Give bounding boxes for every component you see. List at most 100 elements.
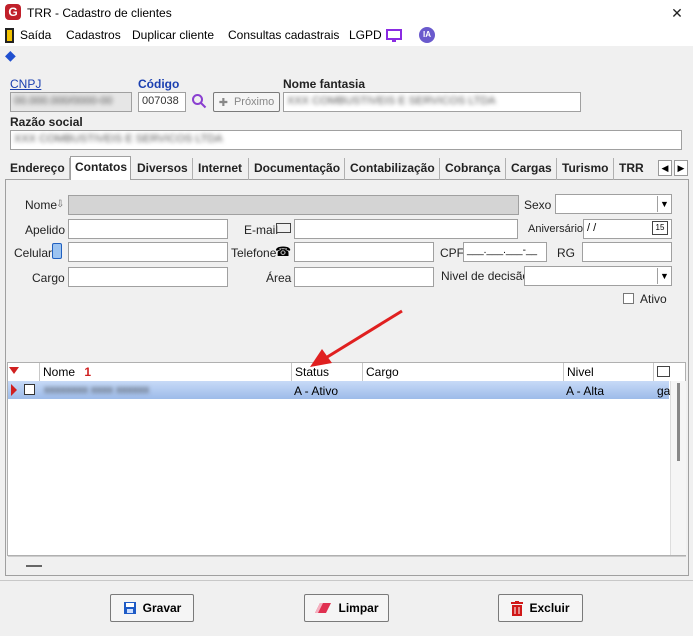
apelido-field[interactable] — [68, 219, 228, 239]
sort-icon: 1 — [84, 365, 92, 379]
codigo-field[interactable]: 007038 — [138, 92, 186, 112]
cargo-field[interactable] — [68, 267, 228, 287]
gravar-button[interactable]: Gravar — [110, 594, 194, 622]
aniversario-label: Aniversário — [528, 223, 584, 235]
cpf-label: CPF — [440, 246, 464, 260]
rg-label: RG — [557, 246, 575, 260]
tab-internet[interactable]: Internet — [194, 158, 249, 180]
area-field[interactable] — [294, 267, 434, 287]
row-checkbox[interactable] — [24, 384, 35, 395]
tab-endereco[interactable]: Endereço — [6, 158, 70, 180]
cpf-mask: ___.___.___-__ — [467, 245, 538, 256]
grid-col-checkbox — [22, 363, 40, 381]
tab-cobranca[interactable]: Cobrança — [441, 158, 506, 180]
celular-label: Celular — [14, 246, 53, 260]
ativo-label: Ativo — [640, 292, 667, 306]
column-chooser-icon[interactable] — [657, 366, 670, 377]
menu-lgpd[interactable]: LGPD — [349, 28, 382, 42]
save-icon — [123, 602, 136, 614]
scrollbar-thumb[interactable] — [677, 383, 680, 461]
excluir-button[interactable]: Excluir — [498, 594, 583, 622]
menu-consultas-cadastrais[interactable]: Consultas cadastrais — [228, 28, 339, 42]
row-extra: ga — [657, 384, 671, 398]
tab-scroll-left-icon[interactable]: ◀ — [658, 160, 672, 176]
nivel-decisao-label: Nivel de decisão — [441, 269, 530, 283]
bottom-divider — [0, 580, 693, 581]
search-icon[interactable] — [191, 93, 207, 109]
grid-col-nome-label: Nome — [43, 365, 76, 379]
cpf-field[interactable]: ___.___.___-__ — [463, 242, 547, 262]
tab-turismo[interactable]: Turismo — [558, 158, 614, 180]
close-icon[interactable]: ✕ — [667, 3, 687, 23]
telephone-icon: ☎ — [275, 244, 292, 259]
chevron-down-icon[interactable]: ▼ — [657, 196, 671, 212]
window-title: TRR - Cadastro de clientes — [27, 6, 172, 20]
envelope-icon — [276, 223, 291, 233]
tab-diversos[interactable]: Diversos — [133, 158, 193, 180]
footer-handle[interactable] — [26, 565, 42, 567]
excluir-label: Excluir — [529, 601, 570, 615]
nome-label: Nome — [25, 198, 58, 212]
cnpj-label[interactable]: CNPJ — [10, 77, 41, 91]
mobile-phone-icon — [52, 243, 62, 259]
tab-contatos[interactable]: Contatos — [70, 156, 131, 180]
plus-icon: ✚ — [218, 96, 228, 109]
telefone-label: Telefone — [231, 246, 277, 260]
apelido-label: Apelido — [25, 223, 66, 237]
person-icon: ⇩ — [56, 199, 65, 210]
gravar-label: Gravar — [142, 601, 182, 615]
codigo-label: Código — [138, 77, 180, 91]
menu-cadastros[interactable]: Cadastros — [66, 28, 121, 42]
grid-col-nome[interactable]: Nome 1 — [40, 363, 292, 381]
trash-icon — [511, 600, 524, 616]
row-nome: xxxxxxxx xxxx xxxxxx — [44, 384, 150, 396]
sexo-label: Sexo — [524, 198, 552, 212]
rg-field[interactable] — [582, 242, 672, 262]
grid-menu-icon[interactable] — [9, 367, 19, 374]
proximo-label: Próximo — [233, 96, 275, 108]
email-label: E-mail — [244, 223, 279, 237]
proximo-button[interactable]: ✚ Próximo — [213, 92, 280, 112]
razao-social-label: Razão social — [10, 115, 83, 129]
calendar-icon[interactable]: 15 — [652, 221, 668, 235]
nome-fantasia-label: Nome fantasia — [283, 77, 366, 91]
tab-scroll-right-icon[interactable]: ▶ — [674, 160, 688, 176]
sexo-select[interactable]: ▼ — [555, 194, 672, 214]
tab-documentacao[interactable]: Documentação — [250, 158, 345, 180]
row-status: A - Ativo — [294, 384, 339, 398]
grid-footer — [8, 556, 686, 572]
telefone-field[interactable] — [294, 242, 434, 262]
diamond-icon[interactable]: ◆ — [5, 48, 19, 62]
chevron-down-icon[interactable]: ▼ — [657, 268, 671, 284]
email-field[interactable] — [294, 219, 518, 239]
annotation-arrow — [310, 309, 403, 367]
cargo-label: Cargo — [32, 271, 65, 285]
app-logo-icon: G — [5, 4, 21, 20]
exit-icon — [5, 28, 14, 43]
area-label: Área — [266, 271, 292, 285]
nivel-decisao-select[interactable]: ▼ — [524, 266, 672, 286]
row-pointer-icon — [11, 384, 17, 396]
menu-bar: Saída Cadastros Duplicar cliente Consult… — [0, 26, 693, 46]
nome-fantasia-field[interactable]: XXX COMBUSTIVEIS E SERVICOS LTDA — [283, 92, 581, 112]
monitor-icon[interactable] — [386, 29, 402, 43]
tab-cargas[interactable]: Cargas — [507, 158, 557, 180]
cnpj-field[interactable]: 00.000.000/0000-00 — [10, 92, 132, 112]
aniversario-value: / / — [587, 222, 597, 234]
grid-col-nivel[interactable]: Nivel — [564, 363, 654, 381]
row-nivel: A - Alta — [566, 384, 605, 398]
ia-badge[interactable]: IA — [419, 27, 435, 43]
menu-saida[interactable]: Saída — [20, 28, 51, 42]
title-bar: G TRR - Cadastro de clientes ✕ — [0, 0, 693, 26]
limpar-button[interactable]: Limpar — [304, 594, 389, 622]
tab-trr[interactable]: TRR — [615, 158, 652, 180]
menu-duplicar-cliente[interactable]: Duplicar cliente — [132, 28, 214, 42]
limpar-label: Limpar — [338, 601, 379, 615]
razao-social-field[interactable]: XXX COMBUSTIVEIS E SERVICOS LTDA — [10, 130, 682, 150]
celular-field[interactable] — [68, 242, 228, 262]
ativo-checkbox[interactable] — [623, 293, 634, 304]
vertical-scrollbar[interactable] — [670, 381, 686, 555]
eraser-icon — [315, 603, 332, 613]
nome-field[interactable] — [68, 195, 519, 215]
tab-contabilizacao[interactable]: Contabilização — [346, 158, 440, 180]
